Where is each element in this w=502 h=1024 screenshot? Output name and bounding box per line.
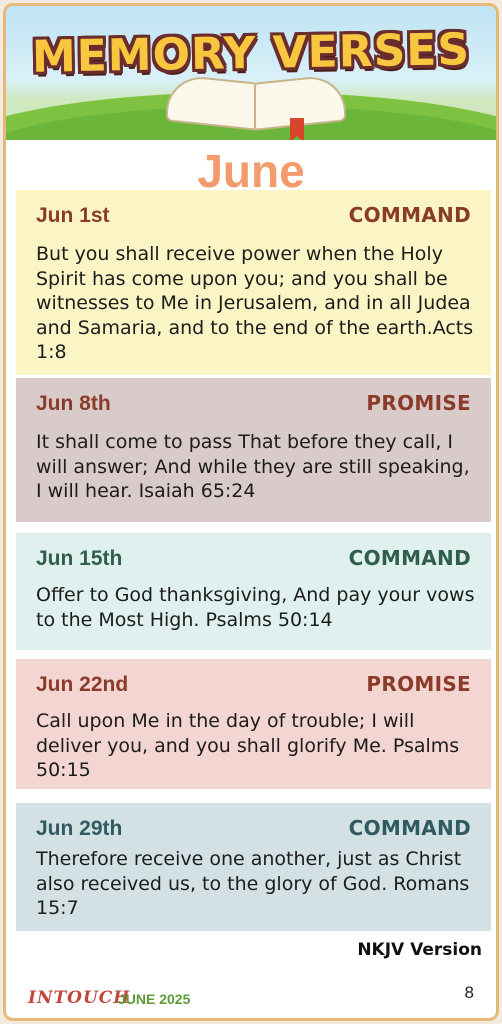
verse-text: But you shall receive power when the Hol… [36,243,474,363]
verse-kind: PROMISE [366,672,471,696]
verse-text: Call upon Me in the day of trouble; I wi… [36,710,460,781]
bible-version-label: NKJV Version [357,940,482,960]
page-number: 8 [464,983,474,1002]
verse-text: It shall come to pass That before they c… [36,431,470,502]
issue-date: JUNE 2025 [118,991,191,1007]
verse-card: Jun 1st COMMAND But you shall receive po… [16,190,491,375]
page-frame: MEMORY VERSES June Jun 1st COMMAND But y… [3,3,499,1021]
verse-kind: PROMISE [366,391,471,415]
verse-card: Jun 8th PROMISE It shall come to pass Th… [16,378,491,522]
verse-kind: COMMAND [348,203,471,227]
verse-date: Jun 22nd [36,673,129,696]
verse-card: Jun 22nd PROMISE Call upon Me in the day… [16,659,491,789]
verse-text: Therefore receive one another, just as C… [36,848,470,919]
verse-date: Jun 29th [36,817,123,840]
brand-logo: INTOUCH [28,988,131,1008]
verse-text: Offer to God thanksgiving, And pay your … [36,584,475,631]
verse-date: Jun 15th [36,547,123,570]
verse-kind: COMMAND [348,546,471,570]
open-bible-icon [166,73,346,140]
verse-kind: COMMAND [348,816,471,840]
header-title: MEMORY VERSES [31,24,471,83]
verse-card: Jun 29th COMMAND Therefore receive one a… [16,803,491,931]
verse-date: Jun 1st [36,204,110,227]
verse-date: Jun 8th [36,392,111,415]
header-banner: MEMORY VERSES [6,6,496,140]
verse-card: Jun 15th COMMAND Offer to God thanksgivi… [16,533,491,650]
